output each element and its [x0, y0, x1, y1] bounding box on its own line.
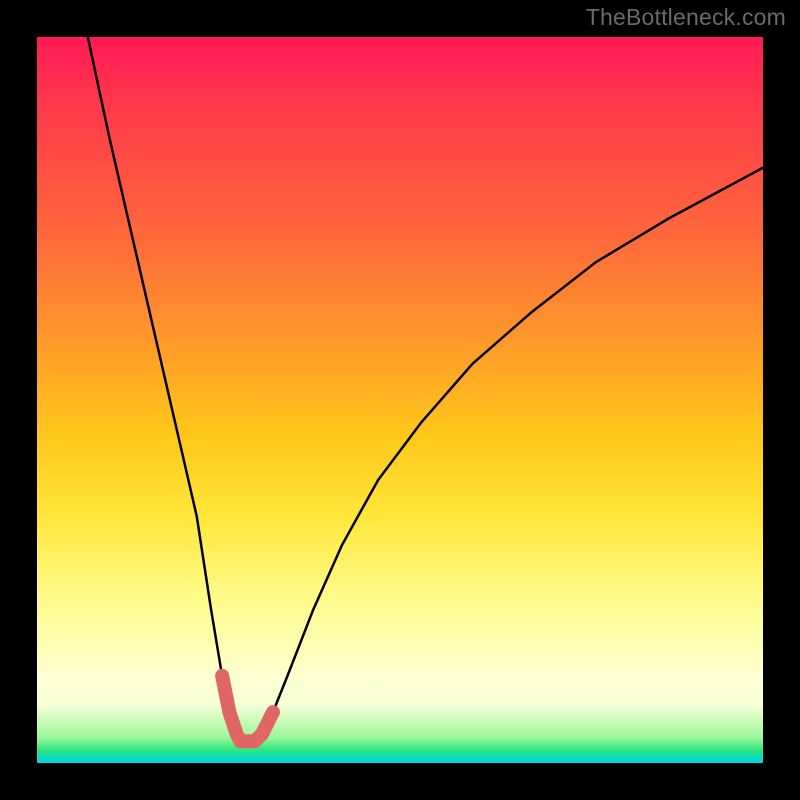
highlight-segment	[222, 676, 273, 741]
plot-area	[37, 37, 763, 763]
curve-layer	[37, 37, 763, 763]
bottleneck-curve	[88, 37, 763, 741]
chart-frame: TheBottleneck.com	[0, 0, 800, 800]
watermark-text: TheBottleneck.com	[586, 4, 786, 31]
